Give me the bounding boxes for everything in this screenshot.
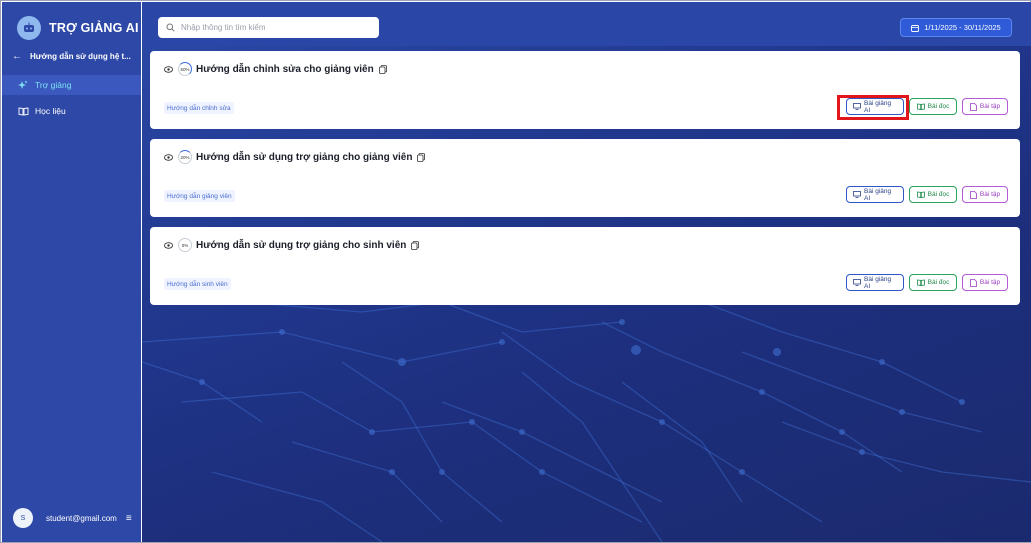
card-header: 50% Hướng dẫn chỉnh sửa cho giảng viên: [164, 62, 387, 76]
top-bar: 1/11/2025 - 30/11/2025: [142, 2, 1031, 46]
book-open-icon: [916, 279, 925, 286]
search-input[interactable]: [181, 23, 361, 32]
reading-label: Bài đọc: [927, 279, 950, 286]
copy-icon[interactable]: [411, 240, 420, 250]
progress-ring: 20%: [178, 150, 192, 164]
robot-logo-icon: [17, 16, 41, 40]
user-email: student@gmail.com: [46, 513, 117, 523]
sidebar-item-label: Học liệu: [35, 106, 66, 116]
card-header: 0% Hướng dẫn sử dụng trợ giảng cho sinh …: [164, 238, 420, 252]
card-title[interactable]: Hướng dẫn sử dụng trợ giảng cho giảng vi…: [196, 152, 412, 163]
menu-icon[interactable]: ≡: [126, 513, 132, 524]
reading-button[interactable]: Bài đọc: [909, 98, 957, 115]
back-link[interactable]: ← Hướng dẫn sử dụng hệ t...: [12, 51, 131, 62]
course-card[interactable]: 20% Hướng dẫn sử dụng trợ giảng cho giản…: [150, 139, 1020, 217]
course-card[interactable]: 0% Hướng dẫn sử dụng trợ giảng cho sinh …: [150, 227, 1020, 305]
sparkle-icon: [18, 80, 30, 90]
sidebar-nav: Trợ giảng Học liệu: [2, 75, 141, 127]
lecture-ai-button[interactable]: Bài giảng AI: [846, 274, 904, 291]
lecture-ai-button[interactable]: Bài giảng AI: [846, 186, 904, 203]
brand[interactable]: TRỢ GIẢNG AI: [17, 15, 139, 41]
sidebar-item-tro-giang[interactable]: Trợ giảng: [2, 75, 141, 95]
date-range-button[interactable]: 1/11/2025 - 30/11/2025: [900, 18, 1012, 37]
highlight-box: [837, 95, 909, 120]
exercise-button[interactable]: Bài tập: [962, 186, 1008, 203]
back-link-label: Hướng dẫn sử dụng hệ t...: [30, 52, 131, 61]
progress-ring: 50%: [178, 62, 192, 76]
exercise-label: Bài tập: [979, 279, 1001, 286]
progress-ring: 0%: [178, 238, 192, 252]
lecture-ai-label: Bài giảng AI: [864, 275, 892, 290]
search-box[interactable]: [158, 17, 379, 38]
monitor-icon: [853, 191, 861, 198]
card-header: 20% Hướng dẫn sử dụng trợ giảng cho giản…: [164, 150, 426, 164]
sidebar-item-hoc-lieu[interactable]: Học liệu: [2, 101, 141, 121]
reading-button[interactable]: Bài đọc: [909, 274, 957, 291]
category-tag: Hướng dẫn giảng viên: [164, 190, 235, 202]
category-tag: Hướng dẫn sinh viên: [164, 278, 231, 290]
card-title[interactable]: Hướng dẫn sử dụng trợ giảng cho sinh viê…: [196, 240, 406, 251]
card-title[interactable]: Hướng dẫn chỉnh sửa cho giảng viên: [196, 64, 374, 75]
lecture-ai-label: Bài giảng AI: [864, 187, 892, 202]
sidebar-item-label: Trợ giảng: [35, 80, 72, 90]
arrow-left-icon: ←: [12, 51, 22, 62]
calendar-icon: [911, 24, 920, 32]
search-icon: [166, 19, 175, 37]
eye-icon[interactable]: [164, 153, 173, 161]
copy-icon[interactable]: [378, 64, 387, 74]
monitor-icon: [853, 279, 861, 286]
reading-label: Bài đọc: [927, 191, 950, 198]
exercise-button[interactable]: Bài tập: [962, 274, 1008, 291]
app-window: TRỢ GIẢNG AI ← Hướng dẫn sử dụng hệ t...…: [0, 0, 1031, 543]
exercise-label: Bài tập: [979, 191, 1001, 198]
book-open-icon: [916, 103, 925, 110]
card-actions: Bài giảng AI Bài đọc Bài tập: [846, 186, 1008, 203]
exercise-button[interactable]: Bài tập: [962, 98, 1008, 115]
date-range-text: 1/11/2025 - 30/11/2025: [924, 23, 1001, 32]
card-actions: Bài giảng AI Bài đọc Bài tập: [846, 274, 1008, 291]
copy-icon[interactable]: [417, 152, 426, 162]
book-open-icon: [916, 191, 925, 198]
brand-name: TRỢ GIẢNG AI: [49, 21, 139, 35]
document-icon: [969, 102, 977, 111]
sidebar: TRỢ GIẢNG AI ← Hướng dẫn sử dụng hệ t...…: [2, 2, 141, 542]
eye-icon[interactable]: [164, 65, 173, 73]
avatar: S: [13, 508, 33, 528]
reading-button[interactable]: Bài đọc: [909, 186, 957, 203]
reading-label: Bài đọc: [927, 103, 950, 110]
category-tag: Hướng dẫn chỉnh sửa: [164, 102, 234, 114]
book-icon: [18, 106, 30, 116]
document-icon: [969, 278, 977, 287]
user-profile[interactable]: S student@gmail.com ≡: [13, 508, 137, 528]
exercise-label: Bài tập: [979, 103, 1001, 110]
main-content: 1/11/2025 - 30/11/2025 50% Hướng dẫn chỉ…: [142, 2, 1031, 542]
eye-icon[interactable]: [164, 241, 173, 249]
document-icon: [969, 190, 977, 199]
